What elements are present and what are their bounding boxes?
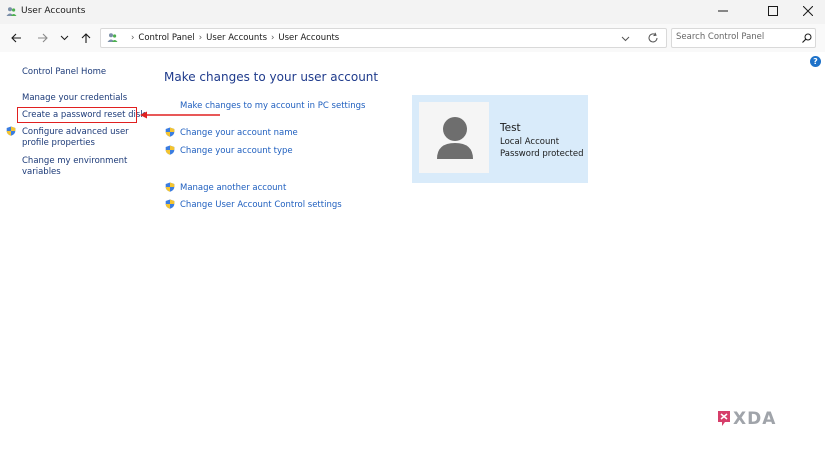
minimize-icon xyxy=(718,10,728,12)
shield-icon xyxy=(165,199,175,209)
breadcrumb-item[interactable]: User Accounts xyxy=(278,33,339,43)
users-icon xyxy=(107,33,118,42)
xda-logo: XDA xyxy=(718,409,776,429)
chevron-down-icon xyxy=(60,35,68,41)
account-status: Password protected xyxy=(500,149,584,159)
sidebar-item-control-panel-home[interactable]: Control Panel Home xyxy=(22,67,106,78)
breadcrumb-separator: › xyxy=(131,33,135,43)
sidebar-item-manage-credentials[interactable]: Manage your credentials xyxy=(22,93,127,104)
recent-locations-button[interactable] xyxy=(55,30,73,46)
pc-settings-link[interactable]: Make changes to my account in PC setting… xyxy=(180,101,365,112)
breadcrumb-separator: › xyxy=(198,33,203,43)
sidebar-item-label: variables xyxy=(22,167,61,177)
address-bar[interactable]: › Control Panel › User Accounts › User A… xyxy=(100,28,667,48)
account-name: Test xyxy=(500,122,521,134)
shield-icon xyxy=(6,126,16,136)
maximize-icon xyxy=(768,6,778,16)
annotation-highlight-box xyxy=(17,107,137,123)
breadcrumb-item[interactable]: User Accounts xyxy=(206,33,267,43)
search-icon[interactable] xyxy=(802,33,812,43)
page-title: Make changes to your user account xyxy=(164,70,379,84)
sidebar-item-label: profile properties xyxy=(22,138,95,148)
account-type: Local Account xyxy=(500,137,560,147)
back-button[interactable] xyxy=(7,30,25,46)
sidebar-item-change-environment-variables[interactable]: Change my environment variables xyxy=(22,156,127,178)
sidebar-item-configure-advanced-profile[interactable]: Configure advanced user profile properti… xyxy=(22,127,129,149)
users-icon xyxy=(6,7,17,16)
sidebar-item-label: Configure advanced user xyxy=(22,127,129,137)
change-account-type-link[interactable]: Change your account type xyxy=(180,146,293,157)
sidebar-item-label: Change my environment xyxy=(22,156,128,166)
minimize-button[interactable] xyxy=(706,0,740,22)
close-icon xyxy=(803,6,813,16)
search-box[interactable] xyxy=(671,28,816,48)
shield-icon xyxy=(165,127,175,137)
uac-settings-link[interactable]: Change User Account Control settings xyxy=(180,200,342,211)
refresh-icon xyxy=(648,32,658,43)
shield-icon xyxy=(165,182,175,192)
up-arrow-icon xyxy=(81,32,91,43)
forward-button[interactable] xyxy=(33,30,51,46)
breadcrumb-item[interactable]: Control Panel xyxy=(138,33,194,43)
avatar xyxy=(419,102,489,173)
search-input[interactable] xyxy=(676,32,796,42)
window-title: User Accounts xyxy=(21,6,86,16)
refresh-button[interactable] xyxy=(647,32,659,47)
maximize-button[interactable] xyxy=(756,0,790,22)
avatar-icon xyxy=(437,117,473,159)
close-button[interactable] xyxy=(791,0,825,22)
help-icon[interactable]: ? xyxy=(810,56,821,67)
address-dropdown-button[interactable] xyxy=(621,35,630,45)
forward-arrow-icon xyxy=(37,33,48,43)
change-account-name-link[interactable]: Change your account name xyxy=(180,128,298,139)
breadcrumb-separator: › xyxy=(271,33,275,43)
breadcrumb: › Control Panel › User Accounts › User A… xyxy=(131,33,339,43)
manage-another-account-link[interactable]: Manage another account xyxy=(180,183,286,194)
title-bar: User Accounts xyxy=(0,0,825,24)
shield-icon xyxy=(165,145,175,155)
watermark-text: XDA xyxy=(733,409,776,429)
back-arrow-icon xyxy=(10,33,21,43)
up-button[interactable] xyxy=(77,30,95,46)
chevron-down-icon xyxy=(621,36,630,42)
